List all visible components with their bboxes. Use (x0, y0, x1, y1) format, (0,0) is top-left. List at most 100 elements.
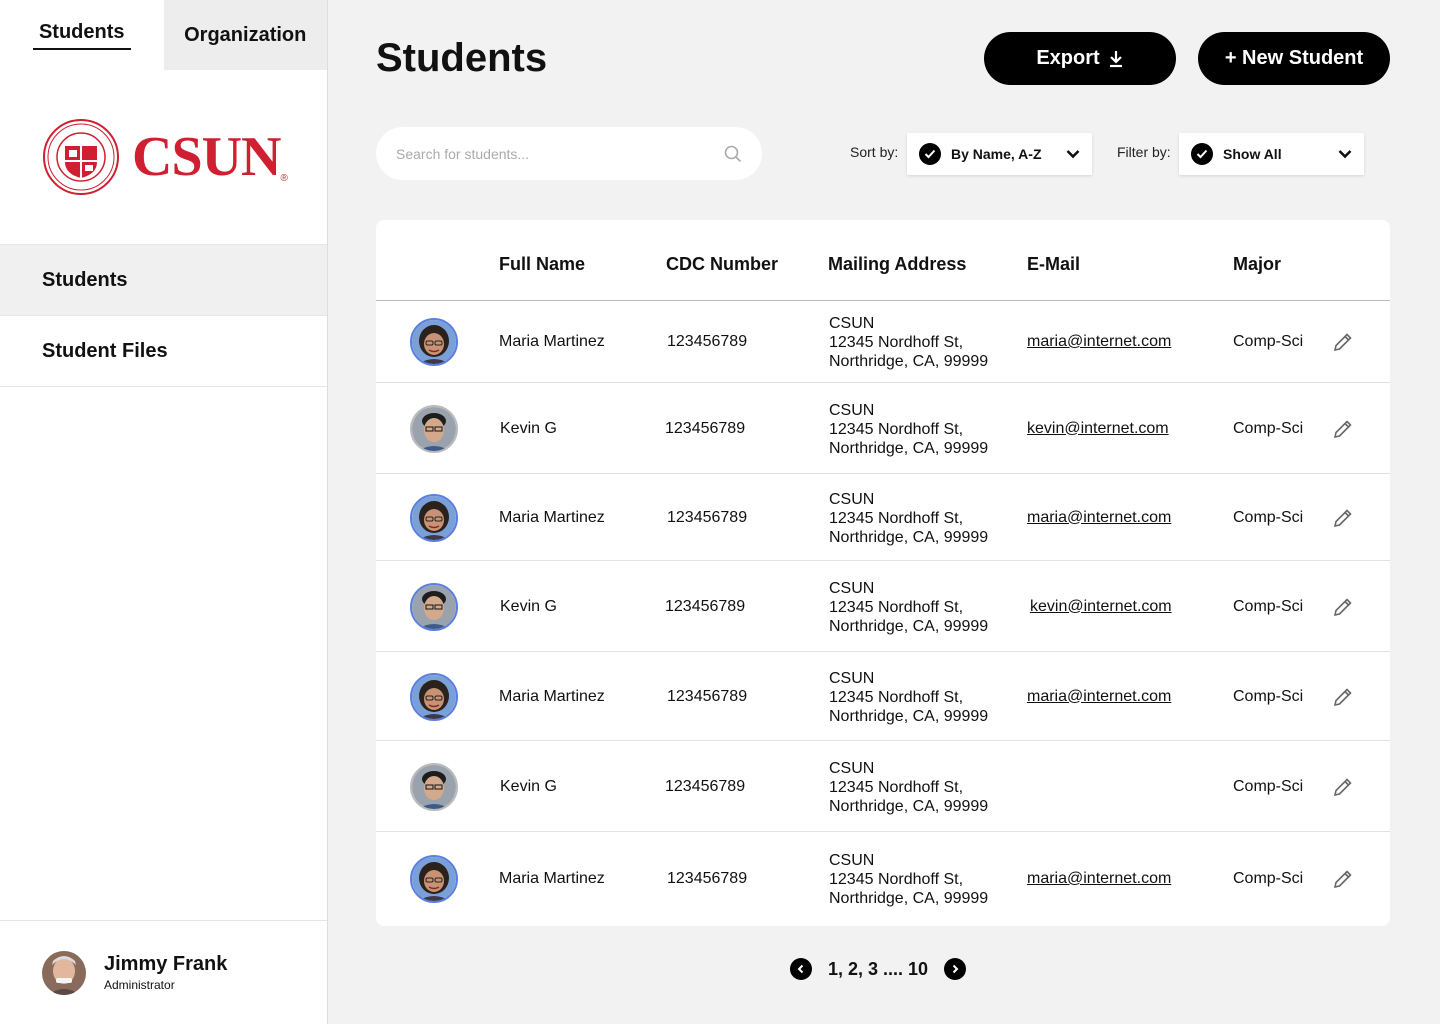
user-role: Administrator (104, 978, 175, 992)
table-row[interactable]: Maria Martinez 123456789 CSUN 12345 Nordhof… (376, 652, 1390, 741)
sort-value: By Name, A-Z (951, 146, 1042, 162)
cdc-number: 123456789 (667, 870, 748, 887)
filter-label: Filter by: (1117, 144, 1171, 160)
address-line-1: CSUN (829, 669, 875, 687)
major: Comp-Sci (1233, 419, 1304, 437)
address-line-3: Northridge, CA, 99999 (829, 890, 989, 907)
tab-organization[interactable]: Organization (163, 0, 327, 70)
address-line-1: CSUN (829, 315, 875, 332)
column-header-email[interactable]: E-Mail (1027, 254, 1080, 275)
cdc-number: 123456789 (665, 597, 746, 615)
new-student-button-label: + New Student (1224, 47, 1364, 69)
student-name: Kevin G (500, 777, 557, 795)
table-header: Full Name CDC Number Mailing Address E-M… (376, 220, 1390, 301)
table-row[interactable]: Kevin G 123456789 CSUN 12345 Nordhoff St, No… (376, 741, 1390, 832)
chevron-left-icon (797, 964, 804, 974)
cdc-number: 123456789 (667, 333, 748, 350)
avatar (410, 855, 458, 903)
address-line-2: 12345 Nordhoff St, (829, 334, 964, 351)
edit-pencil-icon[interactable] (1332, 776, 1354, 798)
avatar (410, 318, 458, 366)
sidebar-item-label: Student Files (42, 339, 168, 362)
logo: CSUN ® (0, 70, 327, 245)
email-link[interactable]: maria@internet.com (1027, 688, 1171, 706)
export-button[interactable]: Export (984, 32, 1176, 85)
cdc-number: 123456789 (667, 687, 748, 705)
top-tabs: Students Organization (0, 0, 327, 70)
previous-page-button[interactable] (790, 958, 812, 980)
address-line-2: 12345 Nordhoff St, (829, 420, 964, 438)
table-row[interactable]: Kevin G 123456789 CSUN 12345 Nordhoff St, No… (376, 383, 1390, 474)
email-link[interactable]: maria@internet.com (1027, 333, 1171, 351)
edit-pencil-icon[interactable] (1332, 507, 1354, 529)
mailing-address: CSUN 12345 Nordhoff St, Northridge, CA, 99… (829, 759, 988, 816)
email-link[interactable]: maria@internet.com (1027, 870, 1171, 888)
search-input[interactable] (396, 145, 724, 162)
column-header-full-name[interactable]: Full Name (499, 254, 585, 275)
mailing-address: CSUN 12345 Nordhoff St, Northridge, CA, 99… (829, 851, 988, 908)
major: Comp-Sci (1233, 870, 1304, 887)
tab-students[interactable]: Students (0, 0, 164, 70)
page-title: Students (376, 36, 548, 80)
address-line-2: 12345 Nordhoff St, (829, 871, 964, 888)
major: Comp-Sci (1233, 597, 1304, 615)
column-header-cdc-number[interactable]: CDC Number (666, 254, 778, 275)
column-header-mailing-address[interactable]: Mailing Address (828, 254, 966, 275)
address-line-1: CSUN (829, 852, 875, 869)
export-button-label: Export (1036, 47, 1100, 69)
column-header-major[interactable]: Major (1233, 254, 1281, 275)
address-line-1: CSUN (829, 759, 875, 777)
page-numbers[interactable]: 1, 2, 3 .... 10 (828, 959, 928, 980)
user-profile[interactable]: Jimmy Frank Administrator (0, 920, 327, 1024)
table-row[interactable]: Maria Martinez 123456789 CSUN 12345 Nordhof… (376, 301, 1390, 383)
mailing-address: CSUN 12345 Nordhoff St, Northridge, CA, 99… (829, 579, 988, 636)
mailing-address: CSUN 12345 Nordhoff St, Northridge, CA, 99… (829, 490, 988, 547)
table-row[interactable]: Maria Martinez 123456789 CSUN 12345 Nordhof… (376, 832, 1390, 926)
download-icon (1109, 50, 1122, 67)
major: Comp-Sci (1233, 777, 1304, 795)
table-body: Maria Martinez 123456789 CSUN 12345 Nordhof… (376, 301, 1390, 926)
address-line-3: Northridge, CA, 99999 (829, 528, 989, 546)
email-link[interactable]: kevin@internet.com (1030, 598, 1172, 616)
cdc-number: 123456789 (667, 508, 748, 526)
search-icon[interactable] (724, 145, 742, 163)
edit-pencil-icon[interactable] (1332, 596, 1354, 618)
edit-pencil-icon[interactable] (1332, 331, 1354, 353)
student-name: Maria Martinez (499, 333, 605, 350)
mailing-address: CSUN 12345 Nordhoff St, Northridge, CA, 99… (829, 401, 988, 458)
address-line-2: 12345 Nordhoff St, (829, 598, 964, 616)
chevron-right-icon (952, 964, 959, 974)
address-line-3: Northridge, CA, 99999 (829, 797, 989, 815)
next-page-button[interactable] (944, 958, 967, 980)
address-line-2: 12345 Nordhoff St, (829, 509, 964, 527)
address-line-3: Northridge, CA, 99999 (829, 353, 989, 370)
tab-students-label: Students (32, 21, 131, 50)
table-row[interactable]: Kevin G 123456789 CSUN 12345 Nordhoff St, No… (376, 561, 1390, 652)
avatar (410, 672, 458, 721)
cdc-number: 123456789 (665, 419, 746, 437)
filter-dropdown[interactable]: Show All (1179, 133, 1364, 175)
cdc-number: 123456789 (665, 777, 746, 795)
edit-pencil-icon[interactable] (1332, 686, 1354, 708)
sidebar: Students Organization CSUN ® Students St… (0, 0, 328, 1024)
chevron-down-icon (1338, 150, 1352, 159)
mailing-address: CSUN 12345 Nordhoff St, Northridge, CA, 99… (829, 669, 988, 726)
major: Comp-Sci (1233, 333, 1304, 350)
new-student-button[interactable]: + New Student (1198, 32, 1390, 85)
address-line-1: CSUN (829, 490, 875, 508)
edit-pencil-icon[interactable] (1332, 418, 1354, 440)
sidebar-item-student-files[interactable]: Student Files (0, 316, 327, 387)
email-link[interactable]: kevin@internet.com (1027, 420, 1169, 438)
table-row[interactable]: Maria Martinez 123456789 CSUN 12345 Nordhof… (376, 474, 1390, 561)
sort-dropdown[interactable]: By Name, A-Z (907, 133, 1092, 175)
avatar (410, 582, 458, 631)
email-link[interactable]: maria@internet.com (1027, 509, 1171, 527)
address-line-1: CSUN (829, 401, 875, 419)
chevron-down-icon (1066, 150, 1080, 159)
student-name: Maria Martinez (499, 870, 605, 887)
avatar (410, 404, 458, 453)
edit-pencil-icon[interactable] (1332, 868, 1354, 890)
search-box[interactable] (376, 127, 762, 180)
sidebar-item-students[interactable]: Students (0, 245, 327, 316)
address-line-3: Northridge, CA, 99999 (829, 439, 989, 457)
